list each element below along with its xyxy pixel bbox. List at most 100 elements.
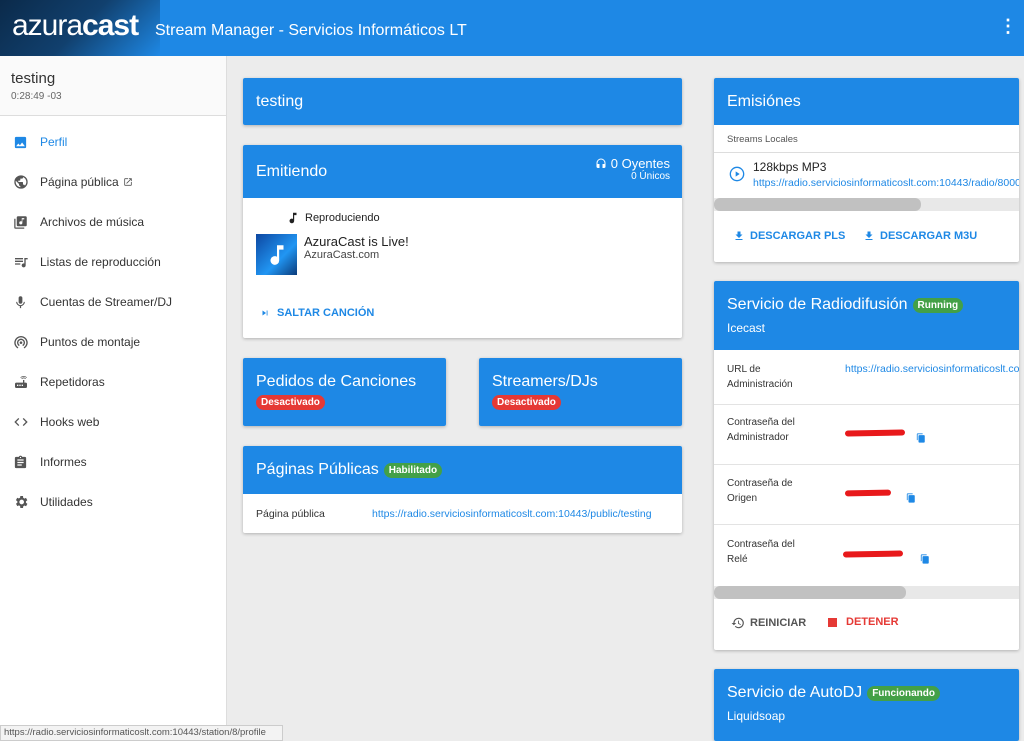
sidebar-item-informes[interactable]: Informes bbox=[0, 442, 226, 482]
sidebar-item-streamers[interactable]: Cuentas de Streamer/DJ bbox=[0, 282, 226, 322]
requests-status-badge: Desactivado bbox=[256, 395, 325, 410]
autodj-card: Servicio de AutoDJ Funcionando Liquidsoa… bbox=[714, 669, 1019, 741]
assignment-icon bbox=[12, 454, 29, 471]
more-vert-icon[interactable]: ⋮ bbox=[998, 16, 1018, 36]
requests-title: Pedidos de Canciones bbox=[256, 373, 417, 390]
download-icon bbox=[733, 230, 745, 242]
wifi-tethering-icon bbox=[12, 334, 29, 351]
scrollbar-thumb[interactable] bbox=[714, 586, 906, 599]
autodj-status-badge: Funcionando bbox=[867, 685, 940, 701]
playlist-icon bbox=[12, 254, 29, 271]
sidebar-item-utilidades[interactable]: Utilidades bbox=[0, 482, 226, 522]
public-pages-status-badge: Habilitado bbox=[383, 462, 443, 478]
playing-label: Reproduciendo bbox=[305, 212, 380, 224]
sidebar-item-label: Repetidoras bbox=[40, 375, 105, 389]
public-pages-title: Páginas Públicas bbox=[256, 461, 379, 478]
station-card-title: testing bbox=[256, 92, 304, 110]
sidebar-item-label: Informes bbox=[40, 455, 87, 469]
sidebar: testing 0:28:49 -03 Perfil Página públic… bbox=[0, 56, 227, 741]
redacted-source-password bbox=[844, 489, 892, 497]
divider bbox=[714, 524, 1019, 525]
redacted-relay-password bbox=[842, 550, 904, 558]
broadcasts-card: Emisiónes Streams Locales 128kbps MP3 ht… bbox=[714, 78, 1019, 262]
stream-name: 128kbps MP3 bbox=[753, 160, 827, 174]
admin-password-label: Contraseña del Administrador bbox=[727, 417, 795, 443]
broadcast-service-card: Servicio de Radiodifusión Running Icecas… bbox=[714, 281, 1019, 650]
station-card: testing bbox=[243, 78, 682, 125]
download-icon bbox=[863, 230, 875, 242]
station-name: testing bbox=[11, 70, 56, 87]
admin-url-label: URL de Administración bbox=[727, 364, 793, 390]
local-streams-header: Streams Locales bbox=[727, 134, 798, 145]
download-m3u-button[interactable]: DESCARGAR M3U bbox=[863, 230, 977, 242]
app-title: Stream Manager - Servicios Informáticos … bbox=[155, 22, 467, 39]
broadcast-service-status-badge: Running bbox=[912, 297, 964, 313]
copy-icon[interactable] bbox=[920, 551, 930, 564]
logo-text-b: cast bbox=[82, 9, 139, 42]
requests-card: Pedidos de Canciones Desactivado bbox=[243, 358, 446, 426]
play-circle-icon[interactable] bbox=[729, 166, 745, 187]
album-art bbox=[256, 234, 297, 275]
sidebar-item-listas[interactable]: Listas de reproducción bbox=[0, 242, 226, 282]
divider bbox=[714, 404, 1019, 405]
autodj-title: Servicio de AutoDJ bbox=[727, 684, 863, 701]
admin-url-link[interactable]: https://radio.serviciosinformaticoslt.co… bbox=[845, 363, 1019, 375]
router-icon bbox=[12, 374, 29, 391]
skip-song-label: SALTAR CANCIÓN bbox=[277, 307, 375, 319]
stream-url-link[interactable]: https://radio.serviciosinformaticoslt.co… bbox=[753, 177, 1019, 189]
sidebar-item-perfil[interactable]: Perfil bbox=[0, 122, 226, 162]
restart-label: REINICIAR bbox=[750, 617, 807, 629]
autodj-subtitle: Liquidsoap bbox=[727, 709, 786, 723]
open-in-new-icon bbox=[123, 177, 133, 187]
streamers-status-badge: Desactivado bbox=[492, 395, 561, 410]
sidebar-item-hooks[interactable]: Hooks web bbox=[0, 402, 226, 442]
download-pls-button[interactable]: DESCARGAR PLS bbox=[733, 230, 845, 242]
relay-password-label: Contraseña del Relé bbox=[727, 539, 795, 565]
sidebar-item-archivos-musica[interactable]: Archivos de música bbox=[0, 202, 226, 242]
broadcasts-title: Emisiónes bbox=[727, 92, 801, 110]
source-password-label: Contraseña de Origen bbox=[727, 478, 793, 504]
globe-icon bbox=[12, 174, 29, 191]
broadcast-service-title: Servicio de Radiodifusión bbox=[727, 296, 908, 313]
divider bbox=[714, 152, 1019, 153]
restart-icon bbox=[731, 616, 745, 630]
now-playing-card: Emitiendo 0 Oyentes 0 Únicos Reproducien… bbox=[243, 145, 682, 338]
download-pls-label: DESCARGAR PLS bbox=[750, 230, 846, 242]
horizontal-scrollbar[interactable] bbox=[714, 586, 1019, 599]
sidebar-item-label: Utilidades bbox=[40, 495, 93, 509]
unique-count: 0 Únicos bbox=[631, 171, 670, 182]
restart-button[interactable]: REINICIAR bbox=[731, 616, 806, 630]
sidebar-item-label: Hooks web bbox=[40, 415, 100, 429]
browser-status-bar: https://radio.serviciosinformaticoslt.co… bbox=[0, 725, 283, 741]
sidebar-item-label: Archivos de música bbox=[40, 215, 145, 229]
streamers-card: Streamers/DJs Desactivado bbox=[479, 358, 682, 426]
sidebar-item-pagina-publica[interactable]: Página pública bbox=[0, 162, 226, 202]
gear-icon bbox=[12, 494, 29, 511]
sidebar-item-label: Puntos de montaje bbox=[40, 335, 141, 349]
sidebar-item-montaje[interactable]: Puntos de montaje bbox=[0, 322, 226, 362]
stop-icon bbox=[828, 617, 837, 627]
copy-icon[interactable] bbox=[906, 490, 916, 503]
library-music-icon bbox=[12, 214, 29, 231]
public-page-link[interactable]: https://radio.serviciosinformaticoslt.co… bbox=[372, 508, 652, 520]
code-icon bbox=[12, 414, 29, 431]
scrollbar-thumb[interactable] bbox=[714, 198, 921, 211]
azuracast-logo[interactable]: azuracast bbox=[12, 9, 139, 43]
station-header: testing 0:28:49 -03 bbox=[0, 56, 226, 116]
logo-text-a: azura bbox=[12, 9, 83, 42]
public-page-label: Página pública bbox=[256, 508, 325, 520]
sidebar-item-label: Listas de reproducción bbox=[40, 255, 161, 269]
skip-song-button[interactable]: SALTAR CANCIÓN bbox=[260, 307, 374, 319]
stop-button[interactable]: DETENER bbox=[828, 616, 899, 628]
public-pages-card: Páginas Públicas Habilitado Página públi… bbox=[243, 446, 682, 533]
download-m3u-label: DESCARGAR M3U bbox=[880, 230, 978, 242]
sidebar-item-repetidoras[interactable]: Repetidoras bbox=[0, 362, 226, 402]
mic-icon bbox=[12, 294, 29, 311]
sidebar-item-label: Página pública bbox=[40, 175, 119, 189]
horizontal-scrollbar[interactable] bbox=[714, 198, 1019, 211]
copy-icon[interactable] bbox=[916, 430, 926, 443]
sidebar-item-label: Cuentas de Streamer/DJ bbox=[40, 295, 173, 309]
streamers-title: Streamers/DJs bbox=[492, 373, 598, 390]
image-icon bbox=[12, 134, 29, 151]
stop-label: DETENER bbox=[846, 616, 899, 628]
